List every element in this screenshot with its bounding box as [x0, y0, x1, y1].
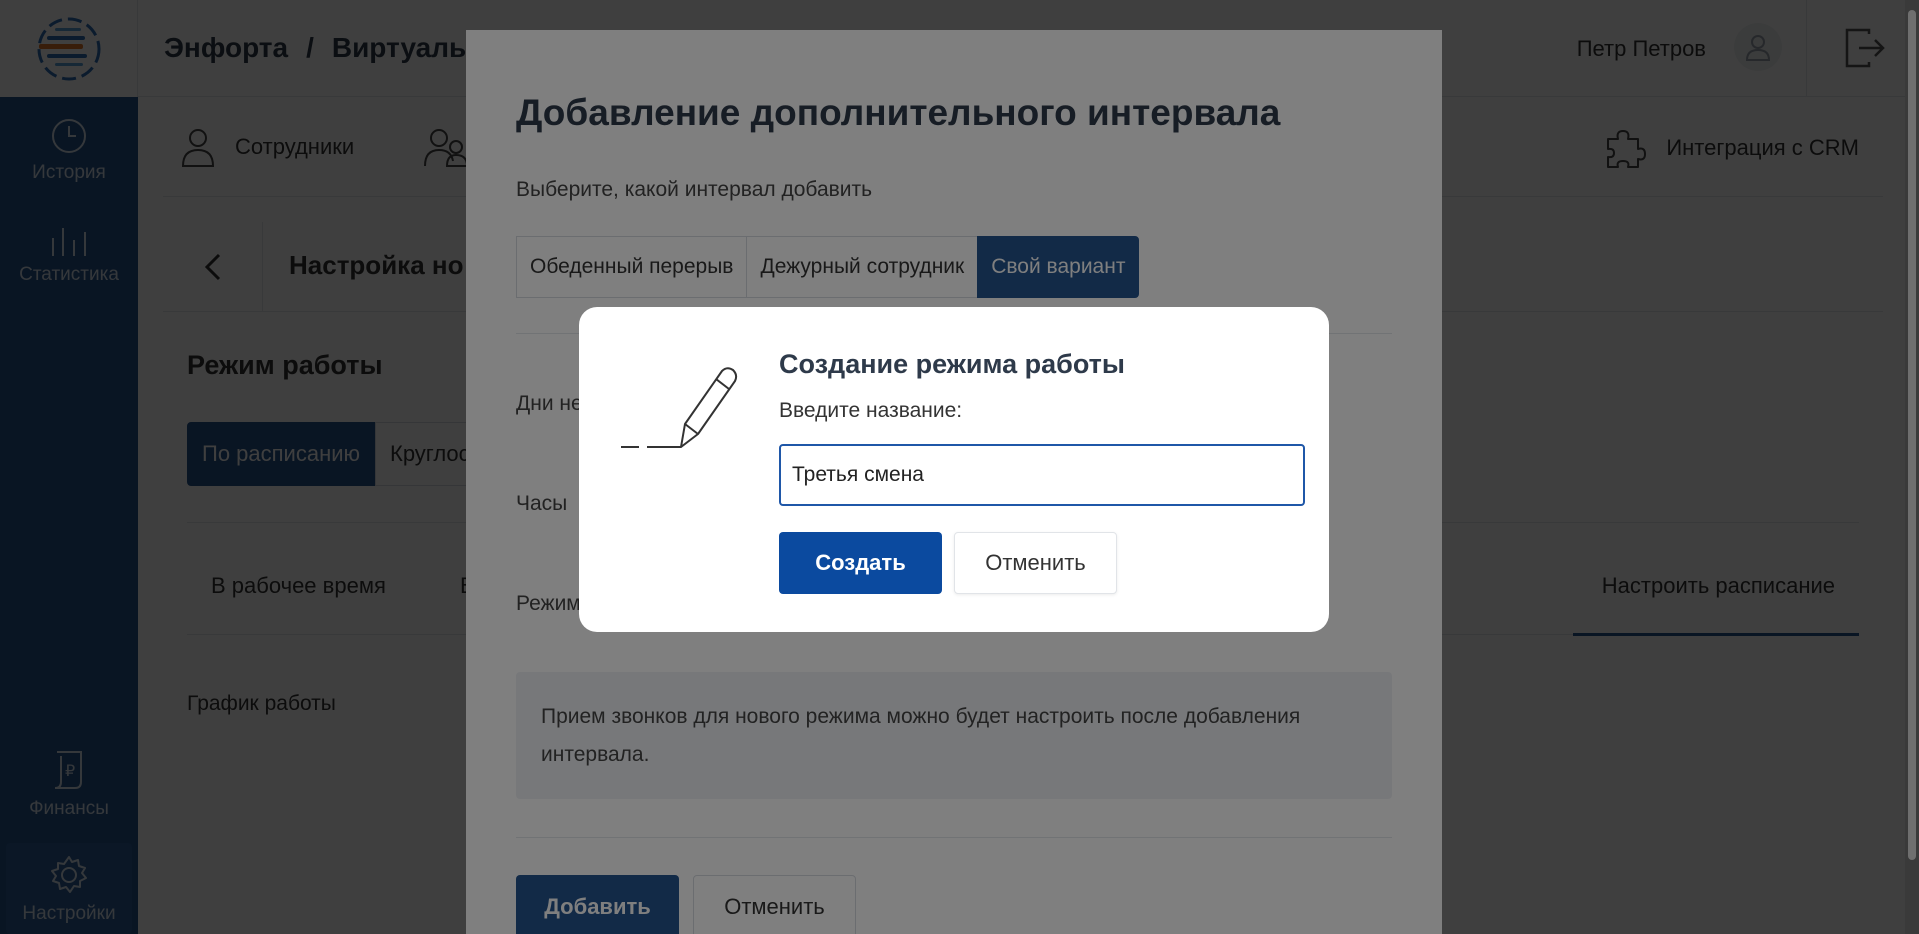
mode-name-input[interactable] — [779, 444, 1305, 506]
name-label: Введите название: — [779, 399, 963, 422]
create-button[interactable]: Создать — [779, 532, 942, 594]
page-scrollbar[interactable] — [1905, 0, 1919, 934]
pencil-icon — [621, 367, 738, 448]
create-mode-dialog: Создание режима работы Введите название:… — [579, 307, 1329, 632]
dialog-title: Создание режима работы — [779, 349, 1125, 379]
scrollbar-thumb[interactable] — [1908, 10, 1916, 860]
cancel-button[interactable]: Отменить — [954, 532, 1117, 594]
